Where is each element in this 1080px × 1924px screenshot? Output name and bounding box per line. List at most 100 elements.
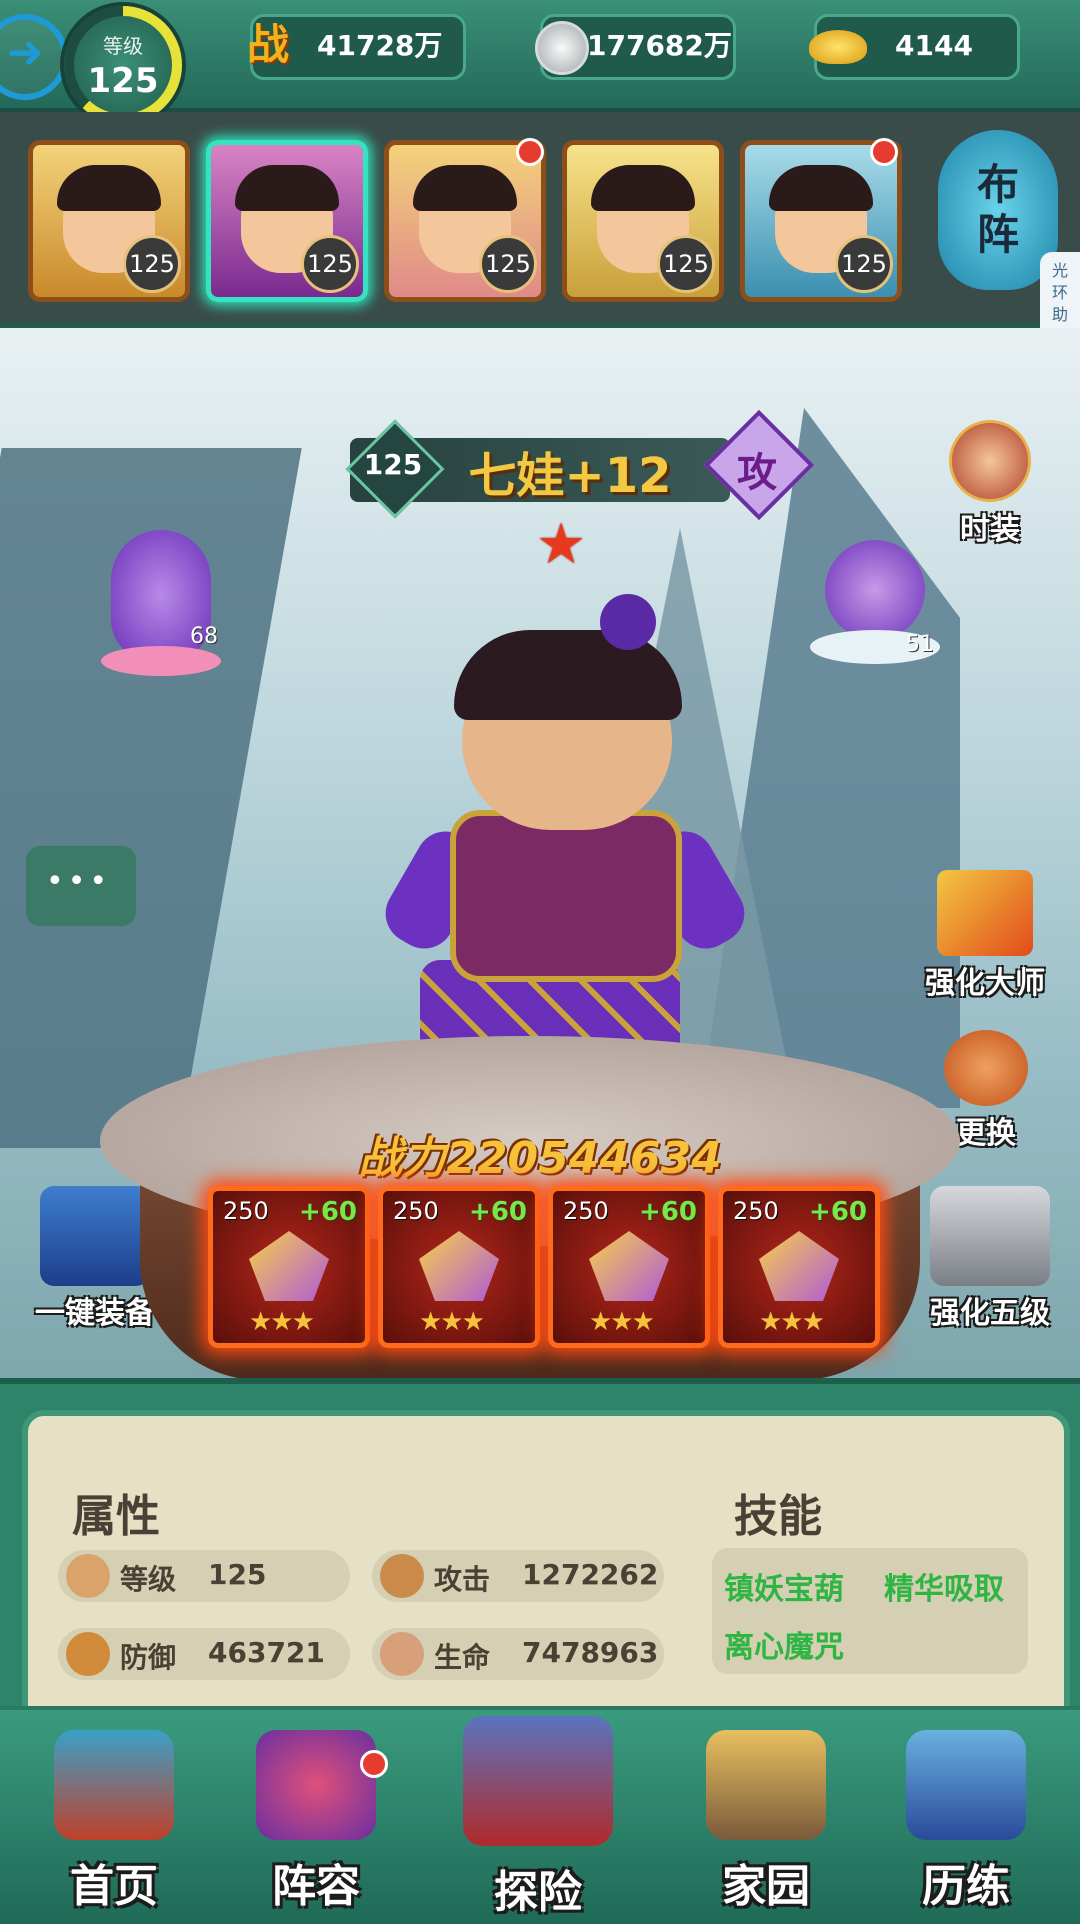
hero-gourd-bun — [600, 594, 656, 650]
skill-1[interactable]: 镇妖宝葫 — [724, 1564, 844, 1608]
equip-stars: ★★★ — [759, 1307, 825, 1337]
mountain-sword-icon — [906, 1730, 1026, 1840]
lotus-icon — [101, 646, 221, 676]
equip-level: 250 — [223, 1197, 269, 1225]
fashion-avatar-icon — [949, 420, 1031, 502]
right-gourd-count: 51 — [906, 632, 934, 657]
hero-level-badge: 125 — [657, 235, 715, 293]
fashion-label: 时装 — [960, 512, 1020, 547]
nav-training[interactable]: 历练 — [876, 1730, 1056, 1920]
stat-defense: 防御 463721 — [58, 1628, 350, 1680]
sword-icon — [380, 1554, 424, 1598]
equip-stars: ★★★ — [419, 1307, 485, 1337]
stat-hp: 生命 7478963 — [372, 1628, 664, 1680]
power-icon: 战 — [247, 20, 290, 69]
purple-gourd-icon — [825, 540, 925, 640]
hero-roster: 125 125 125 125 125 — [0, 112, 1080, 328]
hero-portrait-1[interactable]: 125 — [28, 140, 190, 302]
enhance-master-button[interactable]: 强化大师 — [900, 870, 1070, 1002]
stat-hp-value: 7478963 — [522, 1636, 659, 1669]
chat-button[interactable]: ••• — [16, 846, 146, 926]
equip-bonus: +60 — [299, 1197, 357, 1227]
nav-home-label: 首页 — [70, 1861, 158, 1912]
equipment-slot-armor[interactable]: 250 +60 ★★★ — [378, 1186, 540, 1348]
gourd-swap-icon — [944, 1030, 1028, 1106]
armor-icon — [40, 1186, 150, 1286]
equip-stars: ★★★ — [589, 1307, 655, 1337]
fashion-button[interactable]: 时装 — [930, 420, 1050, 548]
hero-hair-icon — [57, 165, 161, 211]
nav-homeland[interactable]: 家园 — [676, 1730, 856, 1920]
skill-3[interactable]: 离心魔咒 — [724, 1622, 844, 1666]
enhance-five-label: 强化五级 — [930, 1296, 1050, 1331]
equipment-slot-accessory[interactable]: 250 +60 ★★★ — [718, 1186, 880, 1348]
stat-attack-label: 攻击 — [434, 1563, 491, 1596]
pavilion-icon — [54, 1730, 174, 1840]
player-level-label: 等级 — [103, 34, 143, 58]
notification-dot — [870, 138, 898, 166]
left-gourd-button[interactable] — [96, 530, 226, 676]
notification-dot — [516, 138, 544, 166]
notification-dot — [360, 1750, 388, 1778]
chat-bubble-icon: ••• — [26, 846, 136, 926]
attributes-title: 属性 — [72, 1491, 160, 1542]
stat-attack: 攻击 1272262 — [372, 1550, 664, 1602]
equip-level: 250 — [733, 1197, 779, 1225]
stat-defense-label: 防御 — [120, 1641, 177, 1674]
helmet-icon — [589, 1231, 669, 1301]
coin-value: 177682万 — [587, 29, 732, 62]
player-level-ring[interactable]: 等级 125 — [64, 6, 182, 124]
hero-level-badge: 125 — [479, 235, 537, 293]
hero-role: 攻 — [737, 450, 777, 496]
nav-training-label: 历练 — [922, 1861, 1010, 1912]
equipment-slot-helmet[interactable]: 250 +60 ★★★ — [548, 1186, 710, 1348]
lotus-icon — [380, 1632, 424, 1676]
stat-hp-label: 生命 — [434, 1641, 491, 1674]
stat-level-label: 等级 — [120, 1563, 177, 1596]
enhance-master-label: 强化大师 — [925, 966, 1045, 1001]
stat-level-value: 125 — [208, 1558, 267, 1591]
hero-hair-icon — [769, 165, 873, 211]
equip-bonus: +60 — [469, 1197, 527, 1227]
hero-portrait-4[interactable]: 125 — [562, 140, 724, 302]
stat-level: 等级 125 — [58, 1550, 350, 1602]
sword-icon — [249, 1231, 329, 1301]
skill-2[interactable]: 精华吸取 — [884, 1564, 1004, 1608]
coin-icon — [535, 21, 589, 75]
hero-body — [450, 810, 682, 982]
nav-home[interactable]: 首页 — [24, 1730, 204, 1920]
power-value: 41728万 — [317, 29, 443, 62]
left-gourd-count: 68 — [190, 624, 218, 649]
equip-level: 250 — [563, 1197, 609, 1225]
player-level-value: 125 — [87, 61, 159, 101]
anvil-fire-icon — [937, 870, 1033, 956]
gold-resource[interactable]: 4144 — [809, 14, 1020, 80]
hero-level-badge: 125 — [123, 235, 181, 293]
nav-explore[interactable]: 探险 — [448, 1716, 628, 1918]
hero-level-badge: 125 — [835, 235, 893, 293]
player-level-inner: 等级 125 — [74, 16, 172, 114]
nav-lineup-label: 阵容 — [272, 1861, 360, 1912]
hero-portrait-2[interactable]: 125 — [206, 140, 368, 302]
nav-explore-label: 探险 — [494, 1867, 582, 1918]
armor-piece-icon — [419, 1231, 499, 1301]
equip-level: 250 — [393, 1197, 439, 1225]
gourds-icon — [256, 1730, 376, 1840]
back-arrow-icon[interactable]: ➜ — [0, 14, 68, 100]
hero-power: 战力220544634 — [358, 1133, 722, 1184]
gate-icon — [463, 1716, 613, 1846]
stat-attack-value: 1272262 — [522, 1558, 659, 1591]
equip-stars: ★★★ — [249, 1307, 315, 1337]
enhance-five-button[interactable]: 强化五级 — [900, 1186, 1080, 1332]
hero-hair — [454, 630, 682, 720]
equipment-slot-weapon[interactable]: 250 +60 ★★★ — [208, 1186, 370, 1348]
power-resource[interactable]: 战 41728万 — [247, 14, 466, 80]
gold-ingot-icon — [809, 30, 867, 64]
hero-hair-icon — [413, 165, 517, 211]
stat-defense-value: 463721 — [208, 1636, 325, 1669]
coin-resource[interactable]: 177682万 — [535, 14, 736, 80]
top-resource-bar: ➜ 等级 125 战 41728万 177682万 4144 — [0, 0, 1080, 124]
hero-portrait-3[interactable]: 125 — [384, 140, 546, 302]
skills-title: 技能 — [734, 1491, 822, 1542]
nav-homeland-label: 家园 — [722, 1861, 810, 1912]
